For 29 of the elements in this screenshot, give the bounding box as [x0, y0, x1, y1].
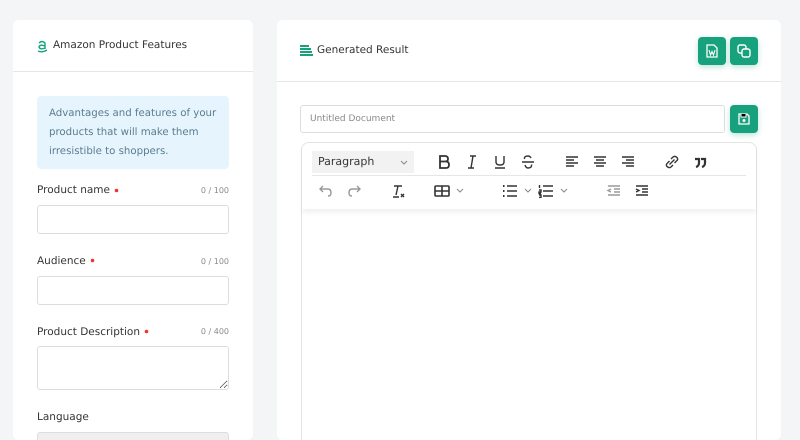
character-counter: 0 / 400 — [200, 326, 229, 338]
field-label: Product Description — [37, 326, 140, 338]
chevron-down-icon[interactable] — [524, 188, 532, 193]
panel-title: Amazon Product Features — [53, 38, 188, 53]
chevron-down-icon[interactable] — [560, 188, 568, 193]
input-field[interactable] — [37, 276, 229, 304]
rich-text-editor[interactable]: Paragraph — [301, 142, 757, 440]
save-button[interactable] — [730, 105, 758, 133]
copy-icon — [737, 44, 751, 58]
panel-title: Generated Result — [317, 42, 408, 58]
chevron-down-icon[interactable] — [400, 160, 408, 164]
block-format-label: Paragraph — [318, 154, 374, 170]
document-title-field[interactable]: Untitled Document — [300, 105, 725, 133]
block-format-dropdown[interactable]: Paragraph — [312, 151, 414, 173]
lines-icon — [300, 45, 313, 56]
copy-button[interactable] — [730, 36, 758, 64]
field-label: Audience — [37, 254, 86, 267]
save-icon — [738, 113, 750, 125]
field-label: Language — [37, 411, 89, 424]
word-file-icon — [706, 44, 718, 58]
character-counter: 0 / 100 — [200, 184, 229, 197]
word-export-button[interactable] — [698, 36, 726, 64]
character-counter: 0 / 100 — [200, 256, 229, 268]
chevron-down-icon[interactable] — [456, 188, 464, 193]
input-field[interactable] — [37, 204, 229, 234]
letter-a-icon — [37, 38, 48, 52]
field-label: Product name — [37, 184, 110, 196]
textarea-field[interactable] — [37, 346, 229, 390]
info-alert: Advantages and features of your products that will make them irresistible to shoppers. — [37, 96, 229, 169]
